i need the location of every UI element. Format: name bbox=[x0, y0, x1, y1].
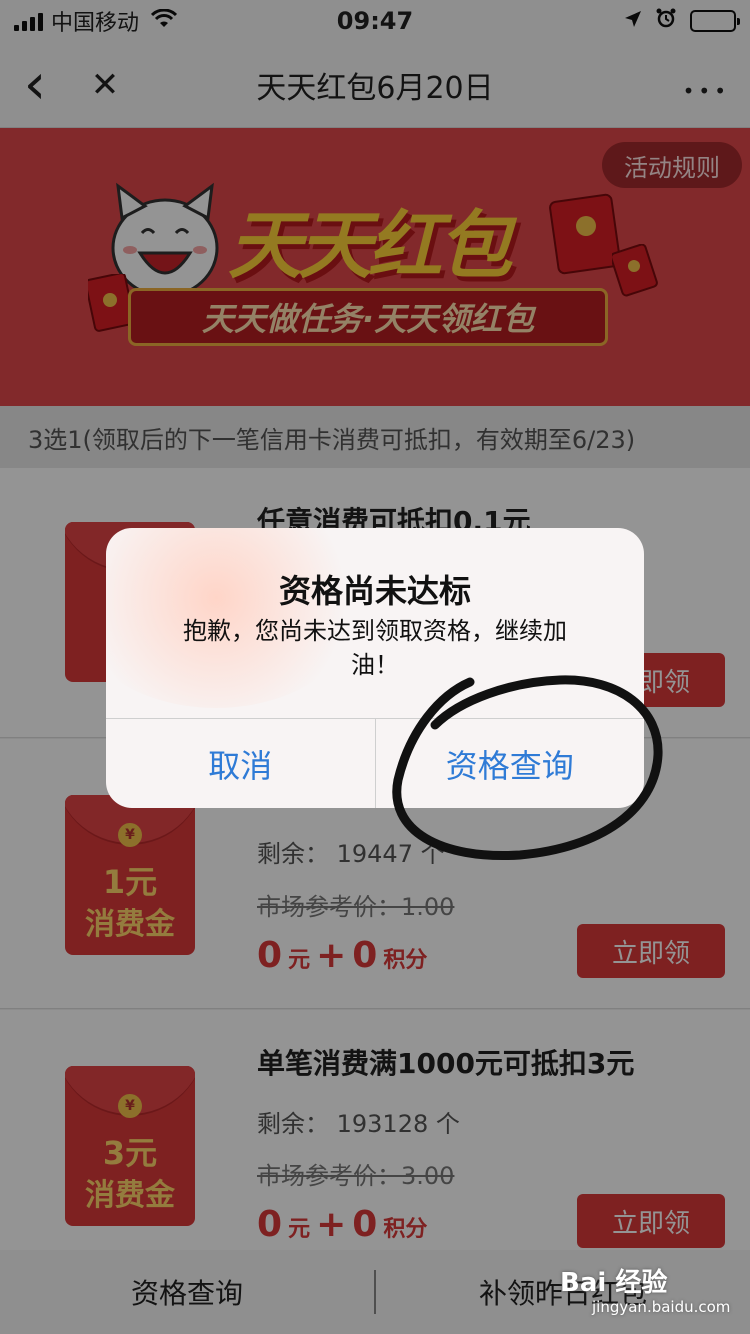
hand-drawn-circle-annotation bbox=[392, 675, 663, 861]
dialog-title: 资格尚未达标 bbox=[278, 572, 471, 610]
watermark-url: jingyan.baidu.com bbox=[592, 1298, 731, 1316]
watermark-logo: Bai 经验 bbox=[560, 1268, 668, 1298]
cancel-button[interactable]: 取消 bbox=[106, 719, 375, 808]
